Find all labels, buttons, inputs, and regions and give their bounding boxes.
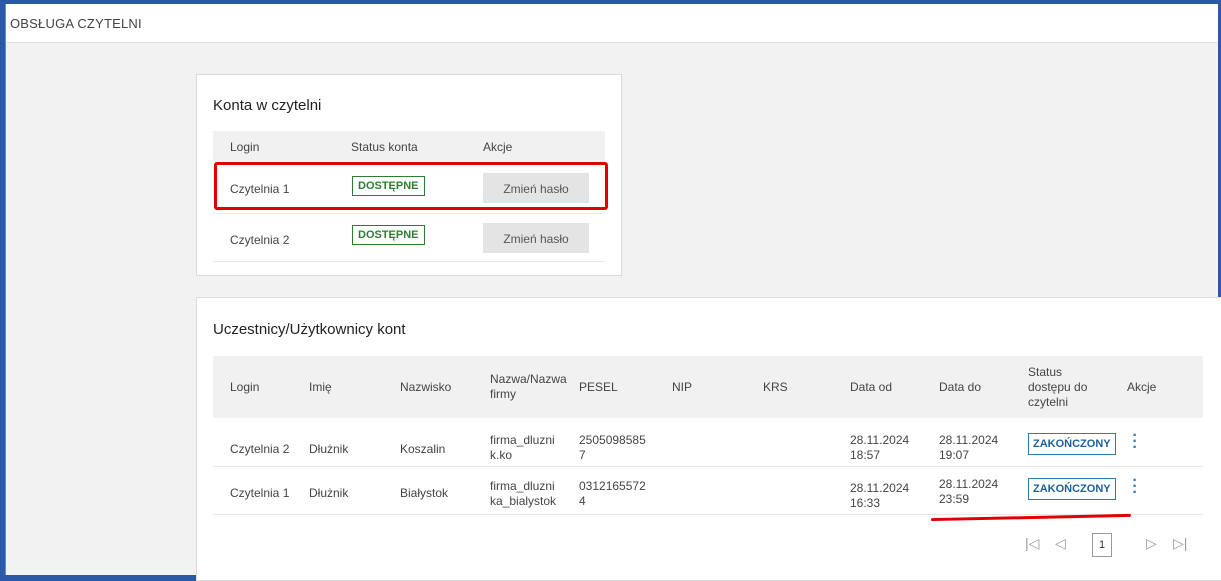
col-nazwa-l1: Nazwa/Nazwa	[490, 372, 567, 386]
account-login: Czytelnia 2	[230, 233, 290, 247]
row-divider	[213, 261, 605, 262]
status-badge: DOSTĘPNE	[352, 225, 425, 245]
annotation-highlight-box	[214, 162, 608, 210]
participant-od-time: 18:57	[850, 448, 881, 462]
participant-od-date: 28.11.2024	[850, 433, 910, 447]
col-status-l1: Status	[1028, 365, 1063, 379]
col-nazwa-l2: firmy	[490, 387, 516, 401]
participant-do-date: 28.11.2024	[939, 433, 999, 447]
participant-do-time: 19:07	[939, 448, 970, 462]
kebab-menu-icon[interactable]: · · ·	[1131, 428, 1139, 456]
col-data-od: Data od	[850, 380, 893, 394]
col-nazwisko: Nazwisko	[400, 380, 452, 394]
current-page[interactable]: 1	[1092, 533, 1112, 557]
kebab-menu-icon[interactable]: · · ·	[1131, 473, 1139, 501]
col-status-konta: Status konta	[351, 140, 418, 154]
participant-pesel-l2: 7	[579, 448, 586, 462]
row-divider	[213, 213, 605, 214]
participant-nazwa-l2: ka_bialystok	[490, 494, 557, 508]
prev-page-icon[interactable]: ◁	[1055, 535, 1066, 552]
col-akcje: Akcje	[483, 140, 513, 154]
col-imie: Imię	[309, 380, 332, 394]
col-status-l3: czytelni	[1028, 395, 1069, 409]
top-bar: OBSŁUGA CZYTELNI	[6, 4, 1218, 43]
participant-od-time: 16:33	[850, 496, 881, 510]
participant-pesel-l1: 2505098585	[579, 433, 646, 447]
app-window: OBSŁUGA CZYTELNI Konta w czytelni Login …	[5, 4, 1221, 581]
participant-login: Czytelnia 1	[230, 486, 290, 500]
col-login: Login	[230, 140, 260, 154]
participants-card-title: Uczestnicy/Użytkownicy kont	[213, 321, 406, 338]
col-data-do: Data do	[939, 380, 982, 394]
col-krs: KRS	[763, 380, 788, 394]
participant-nazwisko: Koszalin	[400, 442, 446, 456]
participant-do-time: 23:59	[939, 492, 970, 506]
participant-do-date: 28.11.2024	[939, 477, 999, 491]
col-login: Login	[230, 380, 260, 394]
next-page-icon[interactable]: ▷	[1146, 535, 1157, 552]
row-divider	[213, 466, 1203, 467]
col-akcje: Akcje	[1127, 380, 1157, 394]
participant-pesel-l1: 0312165572	[579, 479, 646, 493]
participant-imie: Dłużnik	[309, 486, 349, 500]
participants-card: Uczestnicy/Użytkownicy kont Login Imię N…	[196, 297, 1221, 581]
col-status-l2: dostępu do	[1028, 380, 1088, 394]
participant-nazwa-l1: firma_dluzni	[490, 479, 555, 493]
accounts-table-header: Login Status konta Akcje	[213, 131, 605, 161]
participant-nazwisko: Białystok	[400, 486, 449, 500]
participant-pesel-l2: 4	[579, 494, 586, 508]
participants-table-header: Login Imię Nazwisko Nazwa/Nazwa firmy PE…	[213, 356, 1203, 418]
participant-nazwa-l1: firma_dluzni	[490, 433, 555, 447]
col-pesel: PESEL	[579, 380, 618, 394]
participant-login: Czytelnia 2	[230, 442, 290, 456]
col-nip: NIP	[672, 380, 693, 394]
last-page-icon[interactable]: ▷|	[1173, 535, 1187, 552]
participant-nazwa-l2: k.ko	[490, 448, 513, 462]
accounts-card-title: Konta w czytelni	[213, 97, 322, 114]
first-page-icon[interactable]: |◁	[1025, 535, 1039, 552]
status-badge: ZAKOŃCZONY	[1028, 433, 1116, 455]
page-title: OBSŁUGA CZYTELNI	[10, 16, 142, 31]
change-password-button[interactable]: Zmień hasło	[483, 223, 589, 253]
status-badge: ZAKOŃCZONY	[1028, 478, 1116, 500]
participant-imie: Dłużnik	[309, 442, 349, 456]
participant-od-date: 28.11.2024	[850, 481, 910, 495]
